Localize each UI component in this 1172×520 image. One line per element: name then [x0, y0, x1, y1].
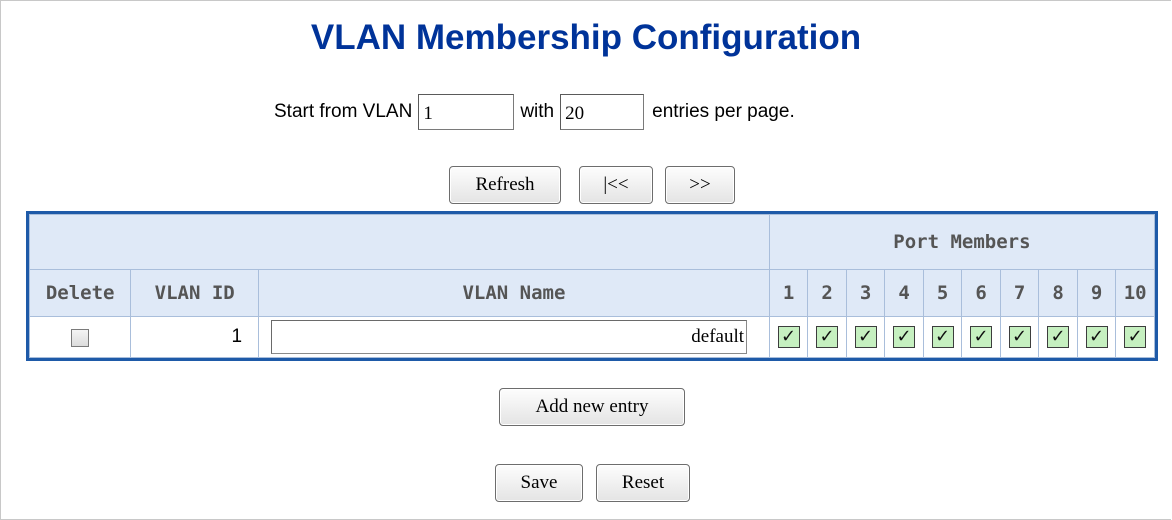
port-1-member-checkbox[interactable]: ✓	[777, 326, 800, 348]
start-vlan-input[interactable]	[418, 94, 515, 130]
checkmark-icon: ✓	[1050, 326, 1066, 347]
vlan-name-column-header: VLAN Name	[258, 269, 770, 317]
port-2-member-checkbox[interactable]: ✓	[816, 326, 839, 348]
delete-checkbox[interactable]	[71, 328, 90, 347]
port-9-member-cell: ✓	[1076, 316, 1117, 358]
header-spacer	[29, 214, 770, 270]
port-3-member-cell: ✓	[845, 316, 886, 358]
port-4-member-cell: ✓	[884, 316, 924, 358]
with-label: with	[520, 101, 555, 122]
delete-cell	[28, 316, 132, 358]
checkmark-icon: ✓	[1127, 326, 1143, 347]
port-9-header: 9	[1076, 269, 1117, 317]
port-1-header: 1	[768, 269, 809, 317]
port-6-member-cell: ✓	[961, 316, 1001, 358]
checkmark-icon: ✓	[819, 326, 835, 347]
port-8-member-cell: ✓	[1038, 316, 1078, 358]
port-10-member-cell: ✓	[1115, 316, 1155, 358]
checkmark-icon: ✓	[858, 326, 874, 347]
vlan-name-input[interactable]: default	[271, 320, 748, 354]
first-page-button[interactable]: |<<	[579, 166, 653, 204]
port-4-member-checkbox[interactable]: ✓	[893, 326, 916, 348]
start-from-label: Start from VLAN	[274, 101, 413, 122]
port-members-header: Port Members	[768, 214, 1156, 270]
next-page-button[interactable]: >>	[665, 166, 735, 204]
port-7-member-checkbox[interactable]: ✓	[1008, 326, 1031, 348]
checkmark-icon: ✓	[896, 326, 912, 347]
port-8-member-checkbox[interactable]: ✓	[1047, 326, 1070, 348]
port-8-header: 8	[1038, 269, 1078, 317]
port-4-header: 4	[884, 269, 924, 317]
port-7-member-cell: ✓	[999, 316, 1040, 358]
vlan-id-column-header: VLAN ID	[130, 269, 260, 317]
checkmark-icon: ✓	[935, 326, 951, 347]
add-new-entry-button[interactable]: Add new entry	[499, 388, 685, 426]
save-button[interactable]: Save	[495, 464, 583, 502]
delete-column-header: Delete	[28, 269, 132, 317]
port-10-member-checkbox[interactable]: ✓	[1124, 326, 1147, 348]
port-10-header: 10	[1115, 269, 1155, 317]
port-3-member-checkbox[interactable]: ✓	[854, 326, 877, 348]
port-5-member-cell: ✓	[922, 316, 963, 358]
port-7-header: 7	[999, 269, 1040, 317]
entries-per-page-label: entries per page.	[652, 101, 795, 122]
vlan-table: Port Members Delete VLAN ID VLAN Name 12…	[26, 211, 1158, 361]
vlan-id-cell: 1	[130, 316, 260, 358]
port-1-member-cell: ✓	[768, 316, 809, 358]
port-3-header: 3	[845, 269, 886, 317]
port-5-member-checkbox[interactable]: ✓	[931, 326, 954, 348]
port-2-header: 2	[807, 269, 847, 317]
entries-per-page-input[interactable]	[560, 94, 645, 130]
vlan-name-cell: default	[258, 316, 770, 358]
port-6-member-checkbox[interactable]: ✓	[970, 326, 993, 348]
checkmark-icon: ✓	[781, 326, 797, 347]
checkmark-icon: ✓	[1012, 326, 1028, 347]
port-2-member-cell: ✓	[807, 316, 847, 358]
reset-button[interactable]: Reset	[596, 464, 690, 502]
port-5-header: 5	[922, 269, 963, 317]
port-6-header: 6	[961, 269, 1001, 317]
port-9-member-checkbox[interactable]: ✓	[1085, 326, 1108, 348]
page-title: VLAN Membership Configuration	[310, 18, 862, 57]
checkmark-icon: ✓	[973, 326, 989, 347]
paging-controls: Start from VLAN with entries per page.	[274, 92, 795, 132]
checkmark-icon: ✓	[1089, 326, 1105, 347]
refresh-button[interactable]: Refresh	[449, 166, 561, 204]
table-row: 1 default ✓ ✓ ✓ ✓ ✓ ✓ ✓ ✓ ✓ ✓	[28, 316, 1155, 358]
